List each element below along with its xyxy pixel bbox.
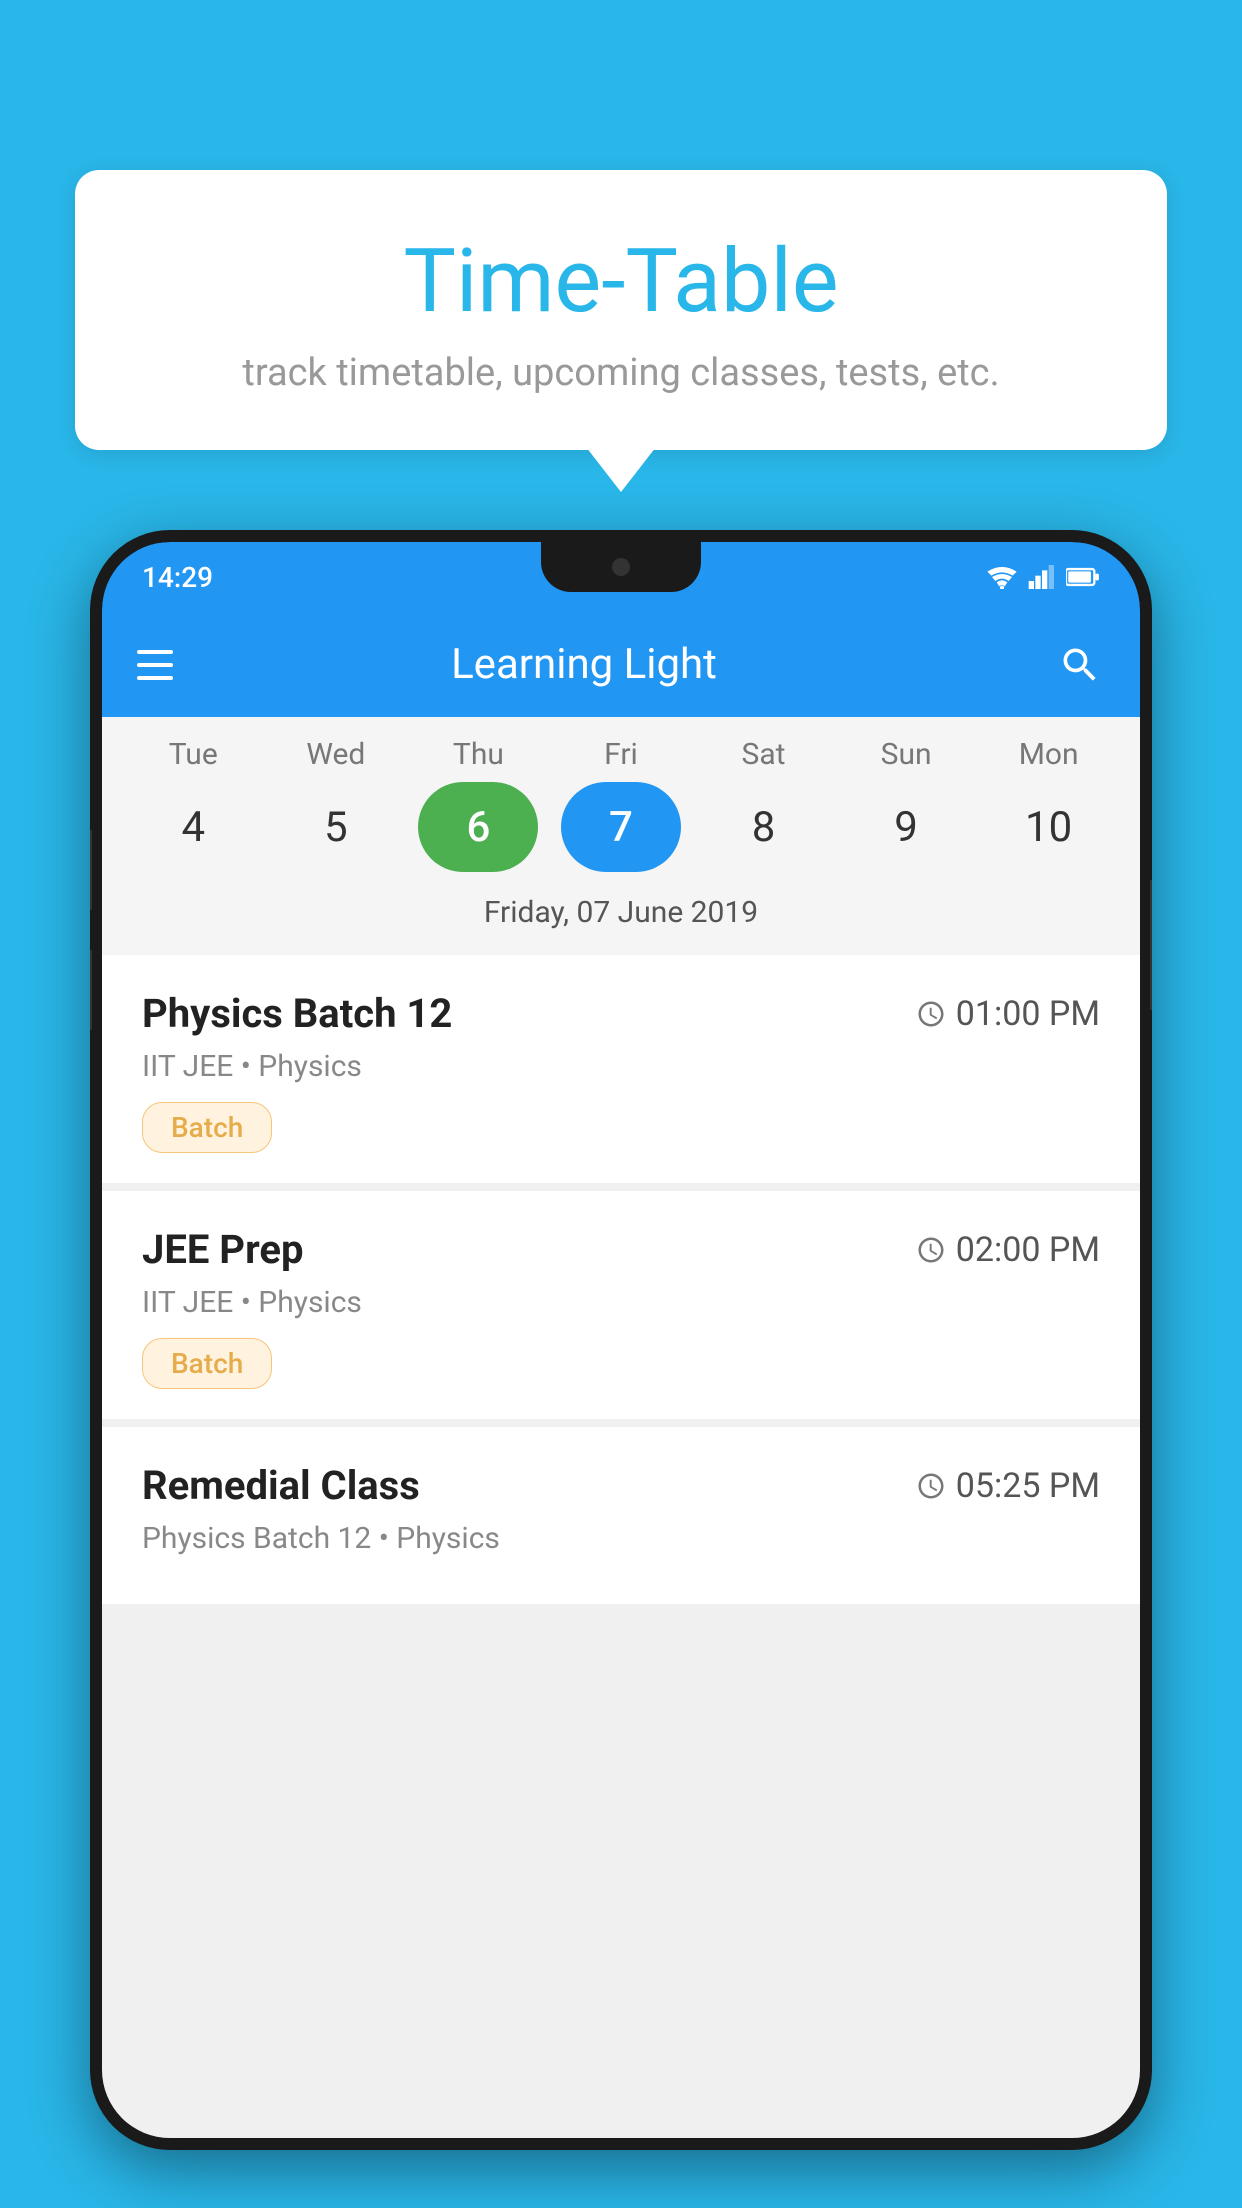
selected-date-label: Friday, 07 June 2019 <box>102 887 1140 950</box>
signal-icon <box>1028 565 1056 589</box>
bubble-title: Time-Table <box>125 230 1117 333</box>
search-button[interactable] <box>1055 640 1105 690</box>
bubble-subtitle: track timetable, upcoming classes, tests… <box>125 351 1117 395</box>
day-6-today[interactable]: 6 <box>418 782 538 872</box>
class-meta-2: IIT JEE • Physics <box>142 1285 1100 1320</box>
class-name-3: Remedial Class <box>142 1462 420 1509</box>
batch-badge-1: Batch <box>142 1102 272 1153</box>
phone-mockup: 14:29 <box>90 530 1152 2208</box>
day-4[interactable]: 4 <box>133 782 253 872</box>
class-name-2: JEE Prep <box>142 1226 303 1273</box>
class-time-text-2: 02:00 PM <box>956 1230 1100 1270</box>
phone-screen: 14:29 <box>102 542 1140 2138</box>
search-icon <box>1058 643 1102 687</box>
clock-icon-1 <box>916 999 946 1029</box>
class-time-2: 02:00 PM <box>916 1230 1100 1270</box>
app-bar-title: Learning Light <box>143 640 1025 689</box>
camera <box>612 558 630 576</box>
class-card-3-header: Remedial Class 05:25 PM <box>142 1462 1100 1509</box>
phone-content: Tue Wed Thu Fri Sat Sun Mon 4 5 6 7 8 <box>102 717 1140 2138</box>
day-header-sun: Sun <box>846 737 966 772</box>
class-meta-3: Physics Batch 12 • Physics <box>142 1521 1100 1556</box>
clock-icon-3 <box>916 1471 946 1501</box>
phone-frame: 14:29 <box>90 530 1152 2150</box>
class-card-3[interactable]: Remedial Class 05:25 PM Physics Batch 12… <box>102 1427 1140 1604</box>
day-5[interactable]: 5 <box>276 782 396 872</box>
class-time-text-1: 01:00 PM <box>956 994 1100 1034</box>
class-card-2[interactable]: JEE Prep 02:00 PM IIT JEE • Physics Batc… <box>102 1191 1140 1419</box>
day-10[interactable]: 10 <box>989 782 1109 872</box>
battery-icon <box>1066 566 1100 588</box>
class-card-2-header: JEE Prep 02:00 PM <box>142 1226 1100 1273</box>
day-header-wed: Wed <box>276 737 396 772</box>
volume-down-button <box>90 950 92 1030</box>
class-time-1: 01:00 PM <box>916 994 1100 1034</box>
wifi-icon <box>986 565 1018 589</box>
power-button <box>1150 880 1152 1010</box>
status-bar: 14:29 <box>102 542 1140 612</box>
class-time-3: 05:25 PM <box>916 1466 1100 1506</box>
class-name-1: Physics Batch 12 <box>142 990 452 1037</box>
volume-up-button <box>90 830 92 910</box>
day-8[interactable]: 8 <box>704 782 824 872</box>
clock-icon-2 <box>916 1235 946 1265</box>
calendar-strip: Tue Wed Thu Fri Sat Sun Mon 4 5 6 7 8 <box>102 717 1140 955</box>
class-card-1-header: Physics Batch 12 01:00 PM <box>142 990 1100 1037</box>
app-bar: Learning Light <box>102 612 1140 717</box>
day-header-fri: Fri <box>561 737 681 772</box>
day-header-mon: Mon <box>989 737 1109 772</box>
day-header-thu: Thu <box>418 737 538 772</box>
class-time-text-3: 05:25 PM <box>956 1466 1100 1506</box>
class-meta-1: IIT JEE • Physics <box>142 1049 1100 1084</box>
class-card-1[interactable]: Physics Batch 12 01:00 PM IIT JEE • Phys… <box>102 955 1140 1183</box>
day-7-selected[interactable]: 7 <box>561 782 681 872</box>
day-header-sat: Sat <box>704 737 824 772</box>
speech-bubble-card: Time-Table track timetable, upcoming cla… <box>75 170 1167 450</box>
day-header-tue: Tue <box>133 737 253 772</box>
status-icons <box>986 565 1100 589</box>
day-9[interactable]: 9 <box>846 782 966 872</box>
day-headers: Tue Wed Thu Fri Sat Sun Mon <box>102 737 1140 772</box>
status-time: 14:29 <box>142 561 213 594</box>
notch <box>541 542 701 592</box>
batch-badge-2: Batch <box>142 1338 272 1389</box>
day-numbers: 4 5 6 7 8 9 10 <box>102 782 1140 887</box>
